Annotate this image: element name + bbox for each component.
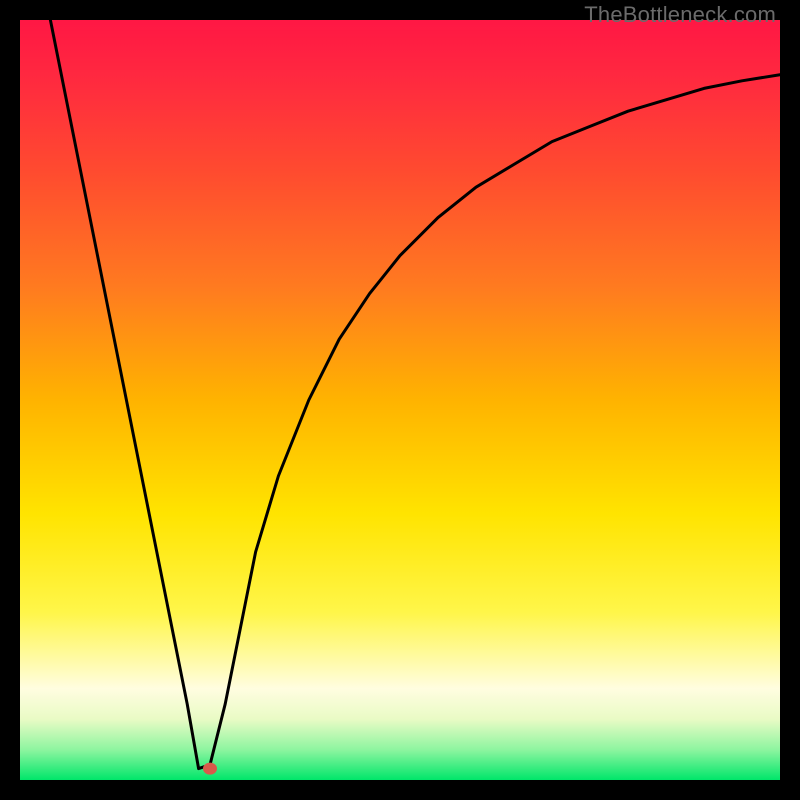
chart-svg bbox=[20, 20, 780, 780]
watermark-text: TheBottleneck.com bbox=[584, 2, 776, 28]
chart-frame bbox=[20, 20, 780, 780]
optimal-point-marker bbox=[203, 763, 217, 775]
gradient-background bbox=[20, 20, 780, 780]
